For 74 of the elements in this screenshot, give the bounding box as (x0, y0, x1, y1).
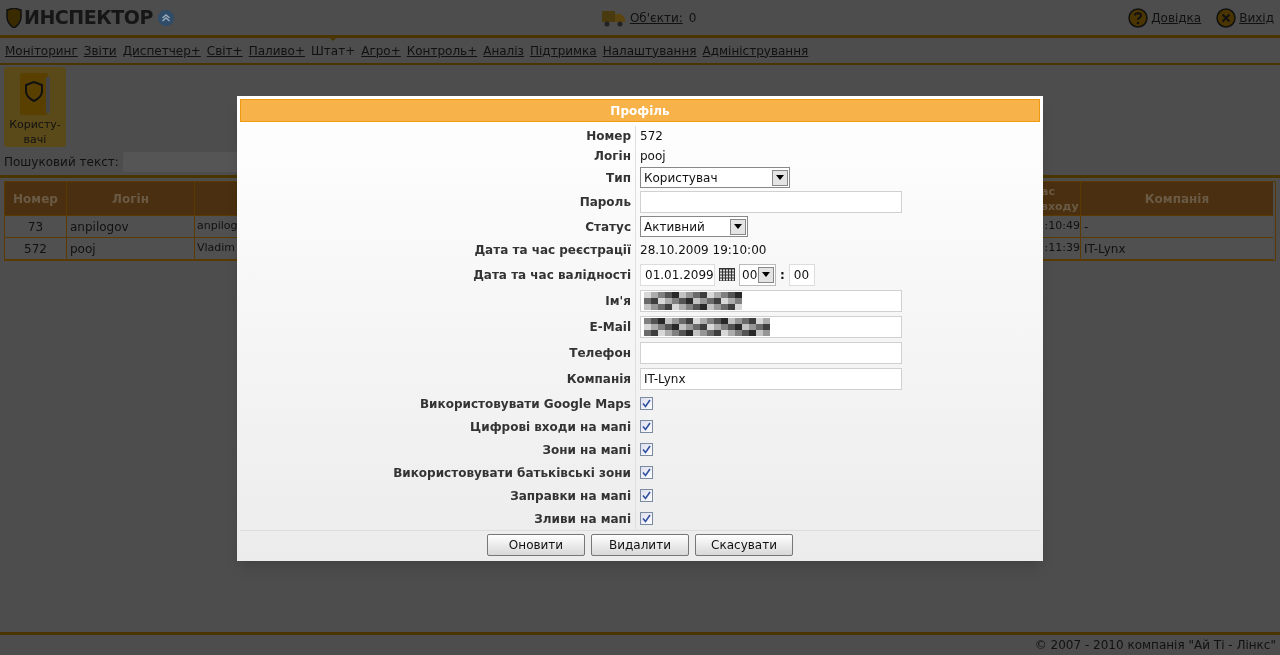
exit-link[interactable]: Вихід (1239, 8, 1274, 27)
toolbar-users-button[interactable]: Користу-вачі (4, 67, 66, 147)
field-label: Тип (606, 169, 631, 187)
input-field[interactable] (640, 290, 902, 312)
field-label: Використовувати батьківські зони (393, 464, 631, 482)
table-cell: anpilogov (67, 216, 195, 238)
field-value: 572 (640, 128, 663, 145)
time-separator: : (780, 266, 785, 284)
field-label: E-Mail (589, 319, 631, 336)
checkbox[interactable] (640, 443, 653, 456)
nav-menu-item[interactable]: Налаштування (602, 41, 697, 60)
collapse-chevron-icon[interactable] (157, 9, 174, 26)
field-label: Номер (586, 128, 631, 145)
nav-menu-item[interactable]: Диспетчер+ (122, 41, 201, 60)
field-label: Дата та час реєстрації (474, 241, 631, 259)
nav-menu-item[interactable]: Аналіз (483, 41, 524, 60)
nav-menu-item[interactable]: Агро+ (361, 41, 401, 60)
dialog-button[interactable]: Скасувати (695, 533, 793, 556)
input-field[interactable] (640, 342, 902, 364)
table-cell: :10:49 (1041, 216, 1081, 238)
minute-field[interactable]: 00 (788, 263, 815, 286)
field-label: Компанія (566, 371, 631, 388)
field-label: Дата та час валідності (473, 266, 631, 284)
calendar-icon[interactable] (719, 268, 735, 281)
nav-menu-item[interactable]: Світ+ (206, 41, 243, 60)
field-label: Зливи на мапі (534, 510, 631, 528)
help-icon (1128, 7, 1149, 28)
shield-logo-icon (6, 7, 22, 28)
field-label: Пароль (579, 194, 631, 211)
field-label: Зони на мапі (542, 441, 631, 459)
checkbox[interactable] (640, 466, 653, 479)
dropdown[interactable]: Активний (640, 216, 748, 237)
field-label: Використовувати Google Maps (419, 395, 631, 413)
objects-link[interactable]: Об'єкти: (629, 8, 683, 27)
dropdown[interactable]: Користувач (640, 167, 790, 188)
input-field[interactable]: IT-Lynx (640, 368, 902, 390)
dialog-button[interactable]: Видалити (591, 533, 689, 556)
input-field[interactable] (640, 191, 902, 213)
field-label: Статус (585, 218, 631, 236)
table-cell: 572 (5, 238, 67, 260)
close-icon (1216, 7, 1237, 28)
field-label: Ім'я (605, 293, 631, 310)
field-label: Логін (594, 148, 631, 165)
input-field[interactable] (640, 316, 902, 338)
folder-shield-icon (18, 71, 52, 117)
objects-count: 0 (688, 9, 697, 27)
dialog-button[interactable]: Оновити (487, 533, 585, 556)
nav-menu-item[interactable]: Штат+ (311, 41, 356, 60)
field-value: pooj (640, 148, 666, 165)
nav-menu-item[interactable]: Звіти (83, 41, 117, 60)
checkbox[interactable] (640, 489, 653, 502)
nav-menu-item[interactable]: Моніторинг (5, 41, 78, 60)
app-logo: ИНСПЕКТОР (24, 5, 153, 31)
nav-menu-item[interactable]: Адміністрування (702, 41, 809, 60)
checkbox[interactable] (640, 512, 653, 525)
dialog-title: Профіль (240, 99, 1040, 122)
date-field[interactable]: 01.01.2099 (640, 263, 715, 286)
field-value: 28.10.2009 19:10:00 (640, 241, 767, 259)
checkbox[interactable] (640, 420, 653, 433)
field-label: Телефон (569, 345, 631, 362)
table-cell: pooj (67, 238, 195, 260)
truck-icon (601, 8, 626, 27)
copyright-text: © 2007 - 2010 компанія "Ай Ті - Лінкс" (1034, 637, 1276, 654)
nav-menu-item[interactable]: Контроль+ (406, 41, 478, 60)
help-link[interactable]: Довідка (1151, 8, 1202, 27)
field-label: Заправки на мапі (510, 487, 631, 505)
nav-menu-item[interactable]: Паливо+ (248, 41, 305, 60)
hour-dropdown[interactable]: 00 (739, 263, 776, 286)
checkbox[interactable] (640, 397, 653, 410)
table-cell: 73 (5, 216, 67, 238)
nav-menu-item[interactable]: Підтримка (530, 41, 597, 60)
table-cell: :11:39 (1041, 238, 1081, 260)
search-label: Пошуковий текст: (4, 153, 119, 171)
field-label: Цифрові входи на мапі (470, 418, 631, 436)
